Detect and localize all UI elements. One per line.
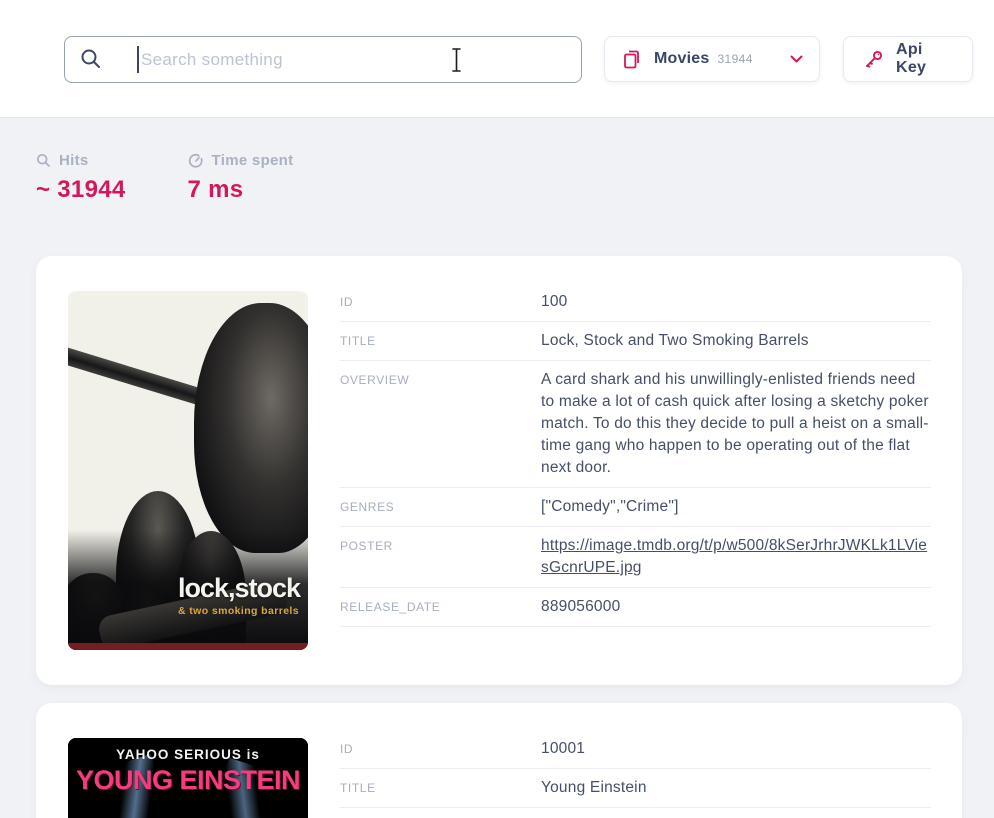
mouse-cursor-ibeam: [449, 47, 464, 78]
field-label: POSTER: [340, 535, 541, 579]
time-spent-value: 7 ms: [188, 176, 294, 204]
field-value: Young Einstein: [541, 777, 931, 799]
field-label: ID: [340, 738, 541, 760]
field-value: ["Comedy","Crime"]: [541, 496, 931, 518]
field-value: 100: [541, 291, 931, 313]
field-row-overview: OVERVIEW Albert Einstein is the son of a…: [340, 808, 931, 818]
field-row-id: ID 10001: [340, 730, 931, 769]
hits-value: ~ 31944: [36, 176, 126, 204]
field-label: TITLE: [340, 330, 541, 352]
stopwatch-icon: [188, 153, 204, 169]
field-row-release-date: RELEASE_DATE 889056000: [340, 588, 931, 627]
hits-stat: Hits ~ 31944: [36, 152, 126, 256]
document-fields: ID 100 TITLE Lock, Stock and Two Smoking…: [340, 283, 931, 650]
time-spent-stat: Time spent 7 ms: [188, 152, 294, 256]
poster-title-text: YOUNG EINSTEIN: [68, 765, 308, 796]
index-select[interactable]: Movies 31944: [604, 36, 820, 82]
hits-search-icon: [36, 153, 51, 168]
hits-label: Hits: [59, 152, 89, 169]
field-row-genres: GENRES ["Comedy","Crime"]: [340, 488, 931, 527]
chevron-down-icon: [790, 55, 803, 64]
search-input[interactable]: [64, 36, 582, 83]
field-value: 889056000: [541, 596, 931, 618]
results-list: lock,stock & two smoking barrels ID 100 …: [0, 256, 994, 818]
poster-title-text: lock,stock: [178, 575, 300, 602]
result-card-young-einstein: YAHOO SERIOUS is YOUNG EINSTEIN ID 10001…: [36, 703, 962, 818]
documents-icon: [621, 48, 642, 70]
index-select-label: Movies: [654, 50, 709, 68]
field-row-title: TITLE Young Einstein: [340, 769, 931, 808]
key-icon: [862, 48, 885, 71]
field-value: A card shark and his unwillingly-enliste…: [541, 369, 931, 479]
poster-top-text: YAHOO SERIOUS is: [68, 747, 308, 762]
search-box: [64, 36, 582, 83]
field-row-title: TITLE Lock, Stock and Two Smoking Barrel…: [340, 322, 931, 361]
result-card-lock-stock: lock,stock & two smoking barrels ID 100 …: [36, 256, 962, 685]
search-stats: Hits ~ 31944 Time spent 7 ms: [0, 118, 994, 256]
search-icon: [79, 47, 103, 76]
field-value: Lock, Stock and Two Smoking Barrels: [541, 330, 931, 352]
document-fields: ID 10001 TITLE Young Einstein OVERVIEW A…: [340, 730, 931, 818]
time-spent-label: Time spent: [212, 152, 294, 169]
poster-subtitle-text: & two smoking barrels: [178, 605, 299, 617]
field-label: TITLE: [340, 777, 541, 799]
text-caret: [137, 46, 139, 73]
poster-url-link[interactable]: https://image.tmdb.org/t/p/w500/8kSerJrh…: [541, 537, 927, 576]
field-row-poster: POSTER https://image.tmdb.org/t/p/w500/8…: [340, 527, 931, 588]
field-value: 10001: [541, 738, 931, 760]
field-label: RELEASE_DATE: [340, 596, 541, 618]
index-doc-count: 31944: [717, 52, 752, 66]
field-label: ID: [340, 291, 541, 313]
field-row-id: ID 100: [340, 283, 931, 322]
header: Movies 31944 Api Key: [0, 0, 994, 118]
movie-poster-image: lock,stock & two smoking barrels: [68, 291, 308, 650]
field-label: OVERVIEW: [340, 369, 541, 479]
field-label: GENRES: [340, 496, 541, 518]
field-row-overview: OVERVIEW A card shark and his unwillingl…: [340, 361, 931, 488]
api-key-label: Api Key: [896, 41, 954, 77]
api-key-button[interactable]: Api Key: [843, 36, 973, 82]
movie-poster-image: YAHOO SERIOUS is YOUNG EINSTEIN: [68, 738, 308, 818]
